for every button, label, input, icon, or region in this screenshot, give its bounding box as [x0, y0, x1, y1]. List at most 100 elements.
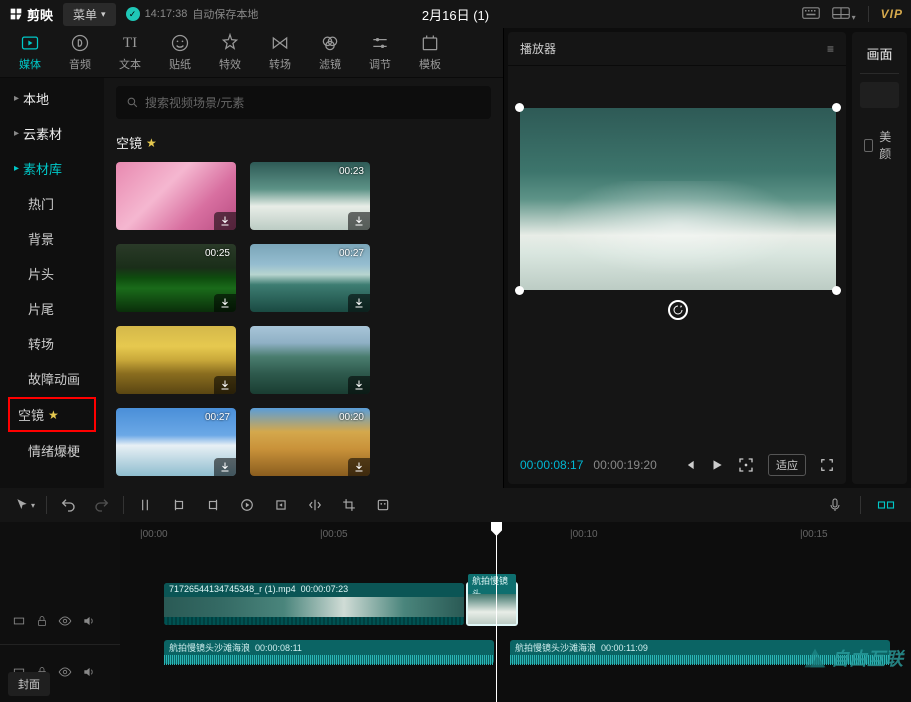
- sidebar-item-background[interactable]: 背景: [0, 221, 104, 256]
- magnet-toggle[interactable]: [869, 491, 903, 519]
- search-icon: [126, 96, 139, 109]
- sidebar-item-glitch[interactable]: 故障动画: [0, 361, 104, 396]
- insert-clip[interactable]: 航拍慢镜头: [466, 582, 518, 626]
- crop-tool[interactable]: [332, 491, 366, 519]
- keyboard-icon[interactable]: [802, 6, 820, 23]
- duration-label: 00:23: [339, 166, 364, 177]
- record-tool[interactable]: [230, 491, 264, 519]
- prev-frame-icon[interactable]: [682, 458, 696, 472]
- pointer-tool[interactable]: ▾: [8, 491, 42, 519]
- download-icon[interactable]: [214, 458, 236, 476]
- cover-button[interactable]: 封面: [8, 672, 50, 696]
- download-icon[interactable]: [214, 212, 236, 230]
- download-icon[interactable]: [214, 294, 236, 312]
- duration-label: 00:27: [205, 412, 230, 423]
- track-controls: [0, 600, 120, 644]
- fullscreen-icon[interactable]: [820, 458, 834, 472]
- beauty-toggle[interactable]: 美颜: [860, 120, 899, 170]
- vip-badge[interactable]: VIP: [881, 7, 903, 21]
- check-icon: ✓: [126, 7, 140, 21]
- tab-sticker[interactable]: 贴纸: [156, 29, 204, 76]
- star-icon: ★: [48, 408, 59, 422]
- duration-label: 00:20: [339, 412, 364, 423]
- sidebar-item-empty-shot[interactable]: 空镜 ★: [8, 397, 96, 432]
- resize-handle[interactable]: [515, 103, 524, 112]
- inspector-panel: 画面 美颜: [852, 32, 907, 484]
- asset-thumbnail[interactable]: 00:23: [250, 162, 370, 230]
- rotate-handle[interactable]: [668, 300, 688, 320]
- download-icon[interactable]: [348, 458, 370, 476]
- download-icon[interactable]: [348, 376, 370, 394]
- delete-right-tool[interactable]: [196, 491, 230, 519]
- sidebar-item-outro[interactable]: 片尾: [0, 291, 104, 326]
- resize-handle[interactable]: [832, 286, 841, 295]
- total-time: 00:00:19:20: [593, 458, 656, 472]
- asset-thumbnail[interactable]: 00:20: [250, 408, 370, 476]
- asset-thumbnail[interactable]: 00:25: [116, 244, 236, 312]
- tab-audio[interactable]: 音频: [56, 29, 104, 76]
- ai-tool[interactable]: [366, 491, 400, 519]
- asset-thumbnail[interactable]: [116, 326, 236, 394]
- track-toggle-icon[interactable]: [12, 614, 26, 631]
- sidebar-item-intro[interactable]: 片头: [0, 256, 104, 291]
- search-input[interactable]: 搜索视频场景/元素: [116, 86, 491, 119]
- lock-icon[interactable]: [36, 615, 48, 630]
- audio-clip[interactable]: 航拍慢镜头沙滩海浪 00:00:08:11: [164, 640, 494, 664]
- mic-button[interactable]: [818, 491, 852, 519]
- sidebar-item-meme[interactable]: 情绪爆梗: [0, 433, 104, 468]
- timeline-ruler[interactable]: |00:00|00:05|00:10|00:15: [120, 522, 911, 546]
- current-time: 00:00:08:17: [520, 458, 583, 472]
- split-tool[interactable]: [128, 491, 162, 519]
- mirror-tool[interactable]: [298, 491, 332, 519]
- undo-button[interactable]: [51, 491, 85, 519]
- asset-thumbnail[interactable]: 00:27: [116, 408, 236, 476]
- mute-icon[interactable]: [82, 665, 96, 682]
- menu-button[interactable]: 菜单 ▾: [63, 3, 116, 26]
- sidebar-group-local[interactable]: ▸本地: [0, 81, 104, 116]
- section-title: 空镜★: [116, 133, 491, 152]
- sidebar-item-transition[interactable]: 转场: [0, 326, 104, 361]
- player-viewport[interactable]: [508, 66, 846, 446]
- tab-adjust[interactable]: 调节: [356, 29, 404, 76]
- tab-text[interactable]: TI文本: [106, 29, 154, 76]
- star-icon: ★: [146, 136, 157, 150]
- app-logo: 剪映: [8, 5, 53, 24]
- redo-button[interactable]: [85, 491, 119, 519]
- checkbox[interactable]: [864, 139, 873, 152]
- tab-filter[interactable]: 滤镜: [306, 29, 354, 76]
- adapt-button[interactable]: 适应: [768, 454, 806, 476]
- eye-icon[interactable]: [58, 665, 72, 682]
- tab-effects[interactable]: 特效: [206, 29, 254, 76]
- player-panel: 播放器 ≡ 00:00:08:17 00:00:19:20: [508, 32, 846, 484]
- mute-icon[interactable]: [82, 614, 96, 631]
- focus-icon[interactable]: [738, 457, 754, 473]
- player-menu-icon[interactable]: ≡: [827, 42, 834, 56]
- resize-handle[interactable]: [832, 103, 841, 112]
- duration-label: 00:27: [339, 248, 364, 259]
- asset-thumbnail[interactable]: [250, 326, 370, 394]
- download-icon[interactable]: [348, 294, 370, 312]
- reverse-tool[interactable]: [264, 491, 298, 519]
- video-clip[interactable]: 71726544134745348_r (1).mp4 00:00:07:23: [164, 583, 464, 625]
- playhead[interactable]: [496, 522, 497, 702]
- asset-thumbnail[interactable]: [116, 162, 236, 230]
- play-icon[interactable]: [710, 458, 724, 472]
- resize-handle[interactable]: [515, 286, 524, 295]
- layout-icon[interactable]: ▾: [832, 6, 856, 23]
- sidebar-group-library[interactable]: ▸素材库: [0, 151, 104, 186]
- eye-icon[interactable]: [58, 614, 72, 631]
- download-icon[interactable]: [214, 376, 236, 394]
- asset-thumbnail[interactable]: 00:27: [250, 244, 370, 312]
- inspector-subtab[interactable]: [860, 82, 899, 108]
- tab-transition[interactable]: 转场: [256, 29, 304, 76]
- inspector-tab[interactable]: 画面: [860, 40, 899, 73]
- sidebar-item-hot[interactable]: 热门: [0, 186, 104, 221]
- document-title: 2月16日 (1): [422, 5, 489, 24]
- player-title: 播放器: [520, 40, 556, 57]
- tab-media[interactable]: 媒体: [6, 29, 54, 76]
- delete-left-tool[interactable]: [162, 491, 196, 519]
- asset-tabs: 媒体 音频 TI文本 贴纸 特效 转场 滤镜 调节 模板: [0, 28, 503, 78]
- sidebar-group-cloud[interactable]: ▸云素材: [0, 116, 104, 151]
- tab-template[interactable]: 模板: [406, 29, 454, 76]
- download-icon[interactable]: [348, 212, 370, 230]
